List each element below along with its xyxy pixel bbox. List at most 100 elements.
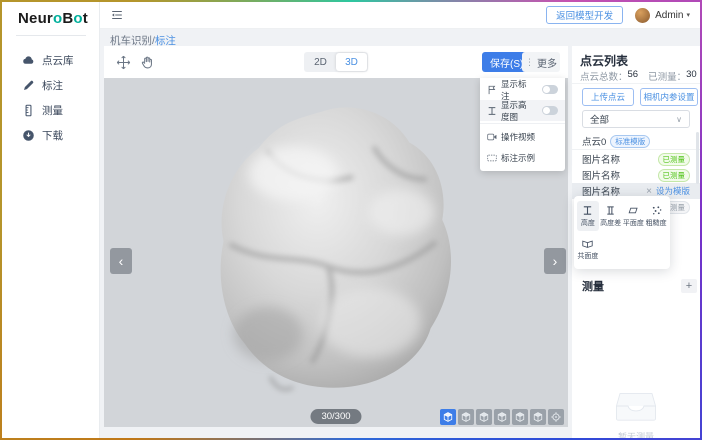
vertical-dots-icon: ⋮: [525, 57, 534, 68]
divider: [572, 149, 700, 150]
cube-icon: [514, 411, 526, 423]
menu-item-label: 标注示例: [501, 152, 535, 164]
cube-icon: [442, 411, 454, 423]
cube-icon: [496, 411, 508, 423]
tool-coplanarity[interactable]: 共面度: [577, 234, 599, 264]
view-cube-iso-button[interactable]: [440, 409, 456, 425]
parallelogram-icon: [628, 205, 639, 216]
sidebar: NeuroBot 点云库 标注 测量 下载: [2, 2, 100, 438]
top-header: 返回模型开发 Admin ▾: [100, 2, 700, 29]
previous-image-button[interactable]: ‹: [110, 248, 132, 274]
filter-selected-value: 全部: [590, 112, 676, 126]
show-heightmap-toggle[interactable]: [542, 106, 558, 115]
view-cube-front-button[interactable]: [458, 409, 474, 425]
more-button[interactable]: ⋮更多: [522, 52, 560, 72]
height-icon: [487, 106, 497, 116]
app-window: NeuroBot 点云库 标注 测量 下载: [0, 0, 702, 440]
close-icon[interactable]: ×: [646, 186, 652, 197]
pen-icon: [22, 79, 35, 92]
measured-count-value: 30: [686, 69, 697, 83]
menu-item-tutorial-video[interactable]: 操作视频: [480, 126, 565, 147]
view-mode-toggle: 2D 3D: [304, 52, 368, 72]
tooth-model: [184, 98, 476, 398]
tool-height[interactable]: 高度: [577, 201, 599, 231]
measured-status-badge: 已测量: [658, 153, 691, 166]
flag-icon: [487, 85, 497, 95]
measure-tools-panel: 高度 高度差 平面度 粗糙度 共面度: [574, 196, 670, 269]
user-name[interactable]: Admin: [655, 10, 683, 21]
cube-icon: [532, 411, 544, 423]
tool-height-difference[interactable]: 高度差: [600, 201, 622, 231]
measured-count-label: 已测量：: [648, 69, 686, 83]
user-caret-down-icon[interactable]: ▾: [686, 11, 690, 19]
menu-item-show-heightmap[interactable]: 显示高度图: [480, 100, 565, 121]
view-cube-back-button[interactable]: [476, 409, 492, 425]
dashed-rect-icon: [487, 153, 497, 163]
sidebar-item-measure[interactable]: 测量: [2, 98, 100, 123]
avatar[interactable]: [635, 8, 650, 23]
sidebar-item-label: 测量: [42, 103, 63, 118]
ruler-icon: [22, 104, 35, 117]
tool-roughness[interactable]: 粗糙度: [645, 201, 667, 231]
pointcloud-group-row[interactable]: 点云0 标准模版: [582, 134, 650, 148]
image-list-item[interactable]: 图片名称 已测量: [572, 167, 700, 183]
view-2d-option[interactable]: 2D: [305, 53, 336, 71]
upload-pointcloud-button[interactable]: 上传点云: [582, 88, 634, 106]
template-tag: 标准模版: [610, 135, 650, 148]
total-count-label: 点云总数：: [580, 69, 628, 83]
canvas-toolbar: 2D 3D 保存(S) ⋮更多: [104, 46, 568, 78]
add-measure-button[interactable]: +: [681, 279, 697, 293]
app-logo[interactable]: NeuroBot: [18, 10, 88, 27]
tool-label: 共面度: [577, 251, 598, 261]
menu-item-annotation-example[interactable]: 标注示例: [480, 147, 565, 168]
cube-icon: [478, 411, 490, 423]
next-image-button[interactable]: ›: [544, 248, 566, 274]
total-count-value: 56: [628, 69, 639, 83]
height-icon: [582, 205, 593, 216]
collapse-menu-icon[interactable]: [110, 8, 124, 22]
pointcloud-list-panel: 点云列表 点云总数：56 已测量：30 上传点云 相机内参设置 全部 ∨ 点云0…: [572, 46, 700, 438]
open-book-icon: [582, 238, 593, 249]
panel-title: 点云列表: [580, 52, 628, 69]
panel-stats: 点云总数：56 已测量：30: [580, 69, 697, 83]
view-orientation-bar: [440, 409, 564, 425]
cube-icon: [460, 411, 472, 423]
logo-divider: [16, 35, 86, 36]
view-cube-top-button[interactable]: [530, 409, 546, 425]
divider: [572, 83, 700, 84]
download-icon: [22, 129, 35, 142]
panel-buttons: 上传点云 相机内参设置: [582, 88, 698, 106]
pointcloud-name: 点云0: [582, 134, 606, 148]
pan-hand-icon[interactable]: [140, 55, 155, 70]
move-tool-icon[interactable]: [116, 55, 131, 70]
sidebar-item-label: 下载: [42, 128, 63, 143]
menu-item-label: 操作视频: [501, 131, 535, 143]
view-cube-left-button[interactable]: [494, 409, 510, 425]
measured-status-badge: 已测量: [658, 169, 691, 182]
image-list-item[interactable]: 图片名称 已测量: [572, 151, 700, 167]
image-counter-badge: 30/300: [310, 409, 361, 424]
more-label: 更多: [537, 55, 557, 70]
camera-intrinsics-button[interactable]: 相机内参设置: [640, 88, 698, 106]
cloud-icon: [22, 54, 35, 67]
more-dropdown-menu: 显示标注 显示高度图 操作视频 标注示例: [480, 78, 565, 171]
view-3d-option[interactable]: 3D: [336, 53, 367, 71]
video-icon: [487, 132, 497, 142]
empty-state-text: 暂无测量: [572, 430, 700, 438]
show-annotations-toggle[interactable]: [542, 85, 558, 94]
view-cube-right-button[interactable]: [512, 409, 528, 425]
menu-item-label: 显示高度图: [501, 99, 534, 123]
filter-select[interactable]: 全部 ∨: [582, 110, 690, 128]
tool-label: 高度差: [600, 218, 621, 228]
back-to-model-dev-button[interactable]: 返回模型开发: [546, 6, 623, 24]
sidebar-item-pointcloud-library[interactable]: 点云库: [2, 48, 100, 73]
menu-item-show-annotations[interactable]: 显示标注: [480, 79, 565, 100]
image-name: 图片名称: [582, 168, 620, 182]
reset-view-button[interactable]: [548, 409, 564, 425]
chevron-down-icon: ∨: [676, 115, 682, 124]
sidebar-item-download[interactable]: 下载: [2, 123, 100, 148]
tool-flatness[interactable]: 平面度: [623, 201, 645, 231]
crosshair-icon: [550, 411, 562, 423]
panel-scrollbar[interactable]: [696, 132, 699, 184]
sidebar-item-annotate[interactable]: 标注: [2, 73, 100, 98]
